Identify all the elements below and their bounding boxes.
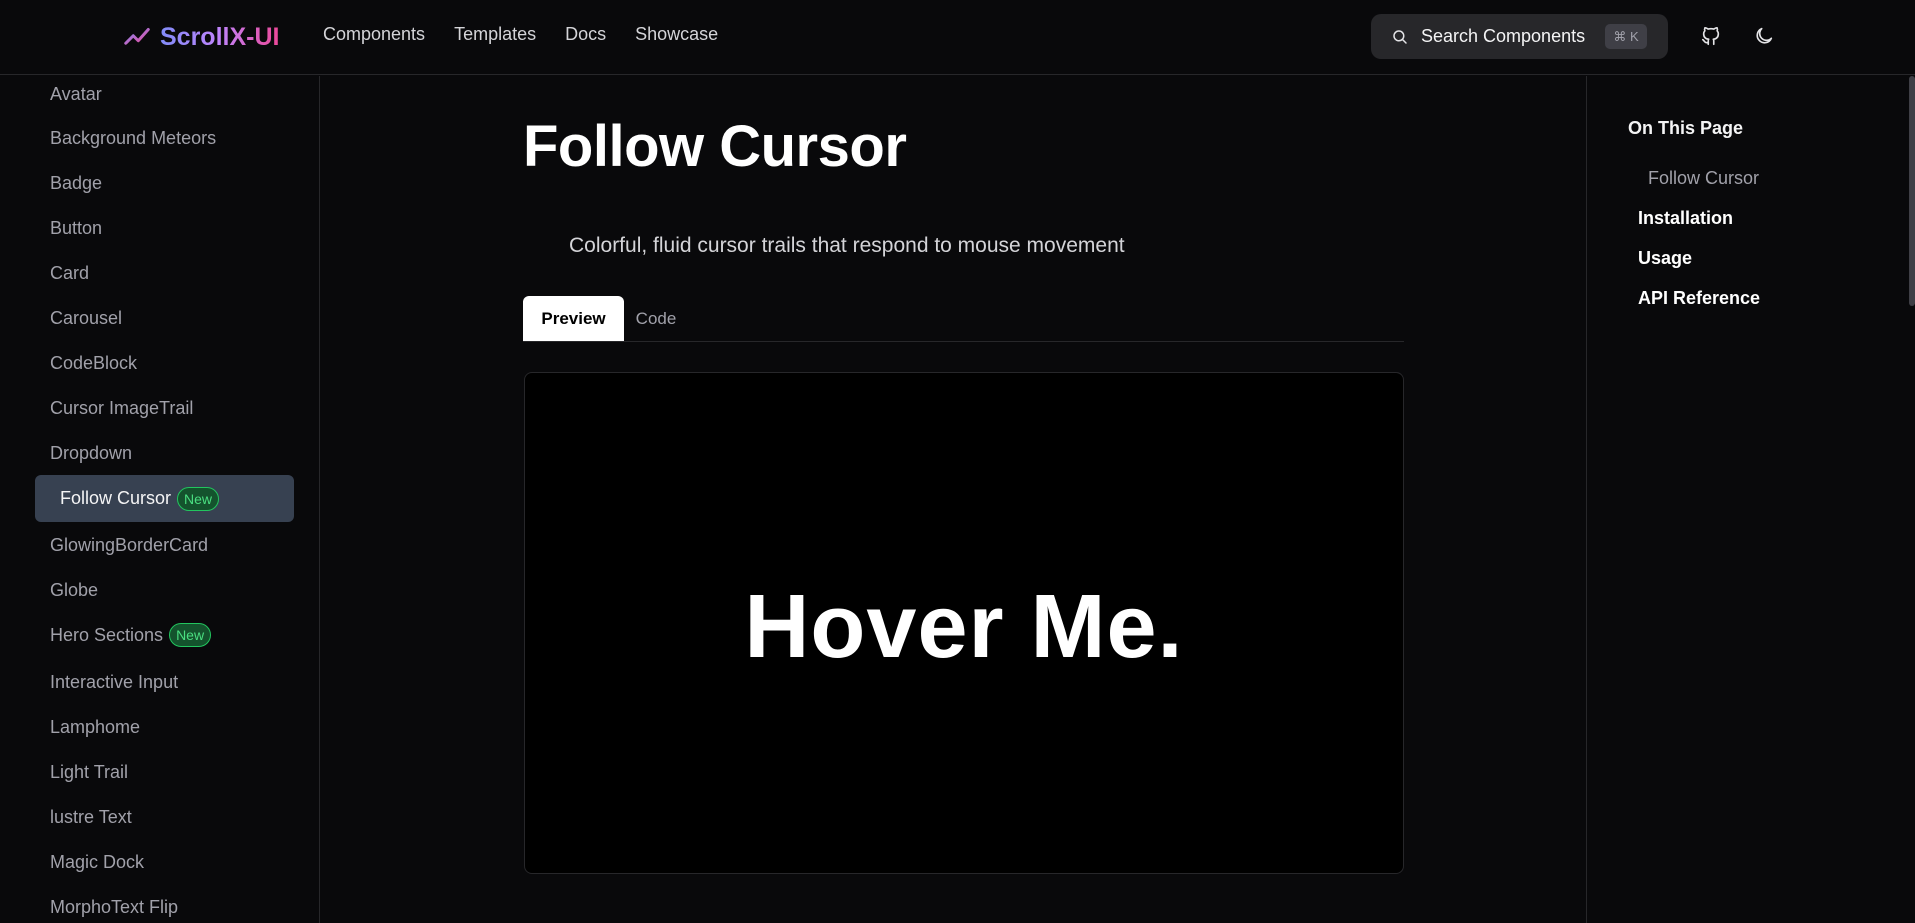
sidebar-item-magic-dock[interactable]: Magic Dock [34,839,294,885]
toc-item-installation[interactable]: Installation [1638,208,1733,229]
tab-code[interactable]: Code [626,296,686,341]
preview-code-tabs: Preview Code [523,296,1404,342]
toc-item-api-reference[interactable]: API Reference [1638,288,1760,309]
trend-chart-icon [124,28,150,50]
toc-item-follow-cursor[interactable]: Follow Cursor [1648,168,1759,189]
sidebar-item-card[interactable]: Card [34,250,294,296]
top-header: ScrollX-UI Components Templates Docs Sho… [0,0,1915,75]
sidebar-item-interactive-input[interactable]: Interactive Input [34,659,294,705]
tab-preview[interactable]: Preview [523,296,624,341]
theme-toggle-button[interactable] [1750,22,1778,50]
components-sidebar: Avatar Background Meteors Badge Button C… [0,76,320,923]
new-badge: New [177,486,220,511]
sidebar-item-label: Interactive Input [50,671,179,692]
sidebar-item-follow-cursor[interactable]: Follow Cursor New [35,475,294,522]
page-scrollbar[interactable] [1909,76,1915,306]
sidebar-item-label: lustre Text [50,806,132,827]
toc-title: On This Page [1628,118,1744,138]
search-shortcut: ⌘ K [1605,24,1647,49]
sidebar-item-morphotext-flip[interactable]: MorphoText Flip [34,884,294,923]
search-icon [1393,29,1407,44]
github-icon [1701,26,1720,46]
new-badge: New [169,623,212,647]
sidebar-item-label: Light Trail [50,761,129,782]
sidebar-item-lamphome[interactable]: Lamphome [34,704,294,750]
search-label: Search Components [1421,26,1586,46]
nav-components[interactable]: Components [323,24,425,45]
github-button[interactable] [1697,22,1725,50]
sidebar-item-label: Dropdown [50,442,133,463]
component-preview[interactable]: Hover Me. [524,372,1404,874]
sidebar-item-hero-sections[interactable]: Hero Sections New [34,612,294,658]
sidebar-item-label: GlowingBorderCard [50,534,209,555]
sidebar-item-label: Globe [50,579,99,600]
moon-icon [1756,27,1773,44]
toc-item-usage[interactable]: Usage [1638,248,1692,269]
sidebar-item-label: Lamphome [50,716,141,737]
hover-text: Hover Me. [744,576,1184,677]
sidebar-item-label: Badge [50,172,103,193]
sidebar-item-label: Button [50,217,103,238]
sidebar-item-label: Hero Sections [50,624,164,645]
logo[interactable]: ScrollX-UI [122,20,279,54]
sidebar-item-label: CodeBlock [50,352,138,373]
sidebar-item-lustre-text[interactable]: lustre Text [34,794,294,840]
main-nav: Components Templates Docs Showcase [323,24,747,45]
sidebar-item-label: Avatar [50,83,102,104]
sidebar-item-dropdown[interactable]: Dropdown [34,430,294,476]
on-this-page: On This Page Follow Cursor Installation … [1586,76,1915,923]
sidebar-item-label: MorphoText Flip [50,896,179,917]
sidebar-item-label: Background Meteors [50,127,217,148]
sidebar-item-glowingbordercard[interactable]: GlowingBorderCard [34,522,294,568]
sidebar-item-label: Carousel [50,307,123,328]
nav-docs[interactable]: Docs [565,24,606,45]
page-title: Follow Cursor [523,114,907,179]
sidebar-item-background-meteors[interactable]: Background Meteors [34,115,294,161]
search-button[interactable]: Search Components ⌘ K [1371,14,1668,59]
sidebar-item-label: Follow Cursor [60,488,172,508]
sidebar-item-label: Cursor ImageTrail [50,397,194,418]
sidebar-item-button[interactable]: Button [34,205,294,251]
sidebar-item-label: Magic Dock [50,851,145,872]
sidebar-item-globe[interactable]: Globe [34,567,294,613]
sidebar-item-avatar[interactable]: Avatar [34,76,294,112]
sidebar-item-cursor-imagetrail[interactable]: Cursor ImageTrail [34,385,294,431]
sidebar-item-badge[interactable]: Badge [34,160,294,206]
nav-templates[interactable]: Templates [454,24,536,45]
sidebar-item-codeblock[interactable]: CodeBlock [34,340,294,386]
sidebar-item-label: Card [50,262,90,283]
sidebar-item-carousel[interactable]: Carousel [34,295,294,341]
logo-text: ScrollX-UI [160,22,280,51]
page-description: Colorful, fluid cursor trails that respo… [569,234,1125,257]
nav-showcase[interactable]: Showcase [635,24,718,45]
sidebar-item-light-trail[interactable]: Light Trail [34,749,294,795]
